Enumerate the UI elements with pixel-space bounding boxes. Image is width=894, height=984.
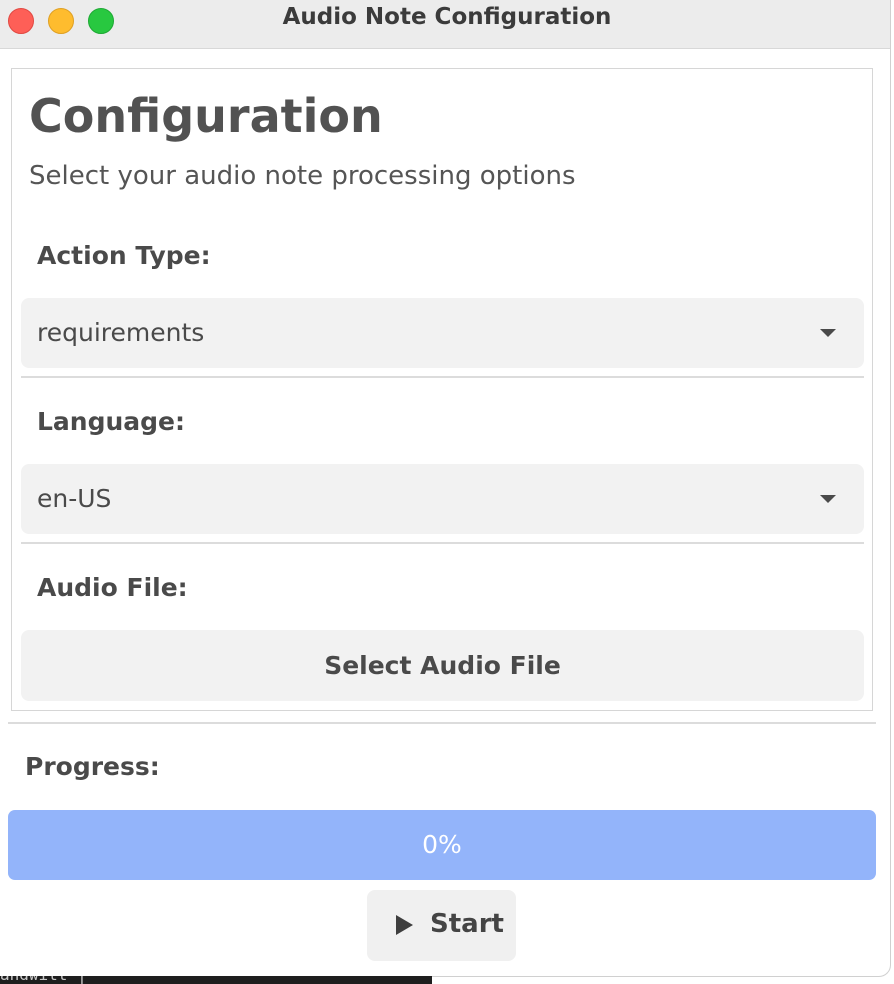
action-type-label: Action Type: (37, 241, 211, 270)
window-title: Audio Note Configuration (282, 4, 612, 30)
divider (21, 542, 864, 544)
audio-file-label: Audio File: (37, 573, 188, 602)
progress-percent: 0% (422, 830, 462, 859)
background-terminal-window: andwitt | ^ ^ (0, 976, 432, 984)
title-bar[interactable]: Audio Note Configuration (0, 0, 890, 49)
configuration-panel: Configuration Select your audio note pro… (11, 68, 873, 711)
chevron-down-icon (820, 495, 836, 503)
progress-label: Progress: (25, 752, 160, 781)
language-label: Language: (37, 407, 186, 436)
language-select[interactable]: en-US (21, 464, 864, 534)
start-button-label: Start (430, 909, 504, 939)
select-audio-file-button[interactable]: Select Audio File (21, 630, 864, 701)
start-button[interactable]: Start (367, 890, 516, 961)
action-type-value: requirements (37, 318, 205, 347)
background-terminal-text: andwitt | ^ ^ (0, 976, 125, 984)
action-type-select[interactable]: requirements (21, 298, 864, 368)
page-title: Configuration (29, 89, 383, 143)
app-window: Audio Note Configuration Configuration S… (0, 0, 891, 977)
divider (8, 722, 876, 724)
divider (21, 376, 864, 378)
language-value: en-US (37, 484, 112, 513)
progress-bar: 0% (8, 810, 876, 880)
page-subtitle: Select your audio note processing option… (29, 161, 576, 191)
play-icon (396, 915, 413, 935)
chevron-down-icon (820, 329, 836, 337)
